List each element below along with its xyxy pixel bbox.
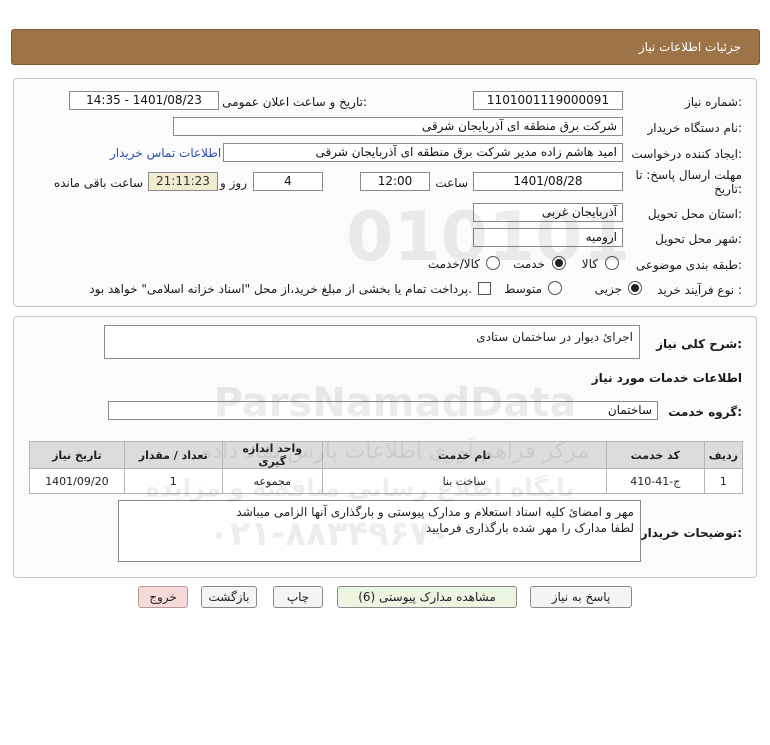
province-field: آذربایجان غربی (473, 203, 623, 222)
deadline-date-field: 1401/08/28 (473, 172, 623, 191)
view-attachments-button[interactable]: مشاهده مدارک پیوستی (6) (337, 586, 517, 608)
buyer-org-label: نام دستگاه خریدار: (647, 121, 743, 135)
need-date-cell: 1401/09/20 (29, 468, 125, 494)
col-date-header: تاریخ نیاز (29, 441, 125, 469)
requester-field: امید هاشم زاده مدیر شرکت برق منطقه ای آذ… (223, 143, 623, 162)
need-number-label: شماره نیاز: (684, 95, 742, 109)
unit-cell: مجموعه (221, 468, 323, 494)
table-row: 1 ج-41-410 ساخت بنا مجموعه 1 1401/09/20 (29, 468, 744, 494)
purchase-minor-label: جزیی (594, 282, 622, 296)
deadline-date-label: تاریخ: (714, 182, 742, 196)
deadline-label: مهلت ارسال پاسخ: تا (635, 168, 742, 182)
buyer-notes-line-2: لطفا مدارک را مهر شده بارگذاری فرمایید (425, 521, 634, 535)
page-title: جزئیات اطلاعات نیاز (638, 40, 741, 54)
summary-field: اجرائ دیوار در ساختمان ستادی (104, 325, 640, 359)
buyer-org-field: شرکت برق منطقه ای آذربایجان شرقی (173, 117, 623, 136)
services-heading: اطلاعات خدمات مورد نیاز (591, 371, 742, 385)
need-number-field: 1101001119000091 (473, 91, 623, 110)
service-group-label: گروه خدمت: (668, 405, 742, 419)
col-unit-header: واحد اندازه گیری (221, 441, 323, 469)
deadline-time-field: 12:00 (360, 172, 430, 191)
category-service-label: خدمت (513, 257, 545, 271)
service-name-cell: ساخت بنا (321, 468, 607, 494)
city-field: ارومیه (473, 228, 623, 247)
announce-label: تاریخ و ساعت اعلان عمومی: (222, 95, 367, 109)
back-button[interactable]: بازگشت (201, 586, 257, 608)
category-label: طبقه بندی موضوعی: (635, 258, 742, 272)
city-label: شهر محل تحویل: (655, 232, 742, 246)
col-code-header: کد خدمت (605, 441, 705, 469)
table-header-row: ردیف کد خدمت نام خدمت واحد اندازه گیری ت… (29, 441, 744, 469)
category-service-radio[interactable] (552, 256, 566, 270)
service-group-field: ساختمان (108, 401, 658, 420)
need-info-panel (13, 78, 757, 307)
remaining-time-field: 21:11:23 (148, 172, 218, 191)
buyer-contact-link[interactable]: اطلاعات تماس خریدار (110, 146, 221, 160)
category-goods-service-radio[interactable] (486, 256, 500, 270)
category-goods-service-label: کالا/خدمت (427, 257, 480, 271)
purchase-medium-radio[interactable] (548, 281, 562, 295)
days-label: روز و (220, 176, 247, 190)
exit-button[interactable]: خروج (138, 586, 188, 608)
category-goods-label: کالا (581, 257, 598, 271)
col-name-header: نام خدمت (321, 441, 607, 469)
col-row-header: ردیف (703, 441, 744, 469)
col-qty-header: تعداد / مقدار (123, 441, 223, 469)
remaining-label: ساعت باقی مانده (53, 176, 143, 190)
row-number-cell: 1 (703, 468, 744, 494)
announce-datetime-field: 1401/08/23 - 14:35 (69, 91, 219, 110)
category-goods-radio[interactable] (605, 256, 619, 270)
services-table: ردیف کد خدمت نام خدمت واحد اندازه گیری ت… (29, 441, 744, 494)
buyer-notes-label: توضیحات خریدار: (640, 526, 742, 540)
page-header: جزئیات اطلاعات نیاز (11, 29, 760, 65)
service-code-cell: ج-41-410 (605, 468, 705, 494)
reply-button[interactable]: پاسخ به نیاز (530, 586, 632, 608)
buyer-notes-line-1: مهر و امضائ کلیه اسناد استعلام و مدارک پ… (236, 505, 634, 519)
treasury-checkbox[interactable] (478, 282, 491, 295)
summary-label: شرح کلی نیاز: (656, 337, 742, 351)
purchase-medium-label: متوسط (504, 282, 542, 296)
buyer-notes-field: مهر و امضائ کلیه اسناد استعلام و مدارک پ… (118, 500, 641, 562)
purchase-type-label: نوع فرآیند خرید : (657, 283, 742, 297)
days-field: 4 (253, 172, 323, 191)
time-label: ساعت (435, 176, 468, 190)
treasury-note: پرداخت تمام یا بخشی از مبلغ خرید،از محل … (89, 282, 472, 296)
purchase-minor-radio[interactable] (628, 281, 642, 295)
province-label: استان محل تحویل: (647, 207, 742, 221)
requester-label: ایجاد کننده درخواست: (631, 147, 742, 161)
print-button[interactable]: چاپ (273, 586, 323, 608)
quantity-cell: 1 (123, 468, 223, 494)
